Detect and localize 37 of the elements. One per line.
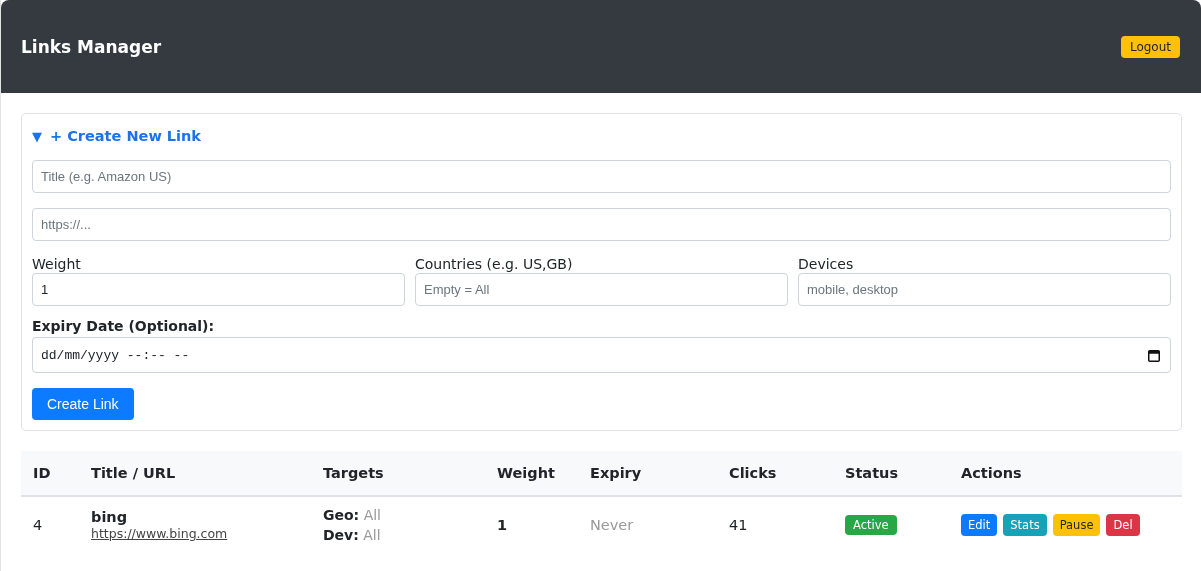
calendar-icon[interactable] [1148,348,1160,362]
column-header: Weight [485,451,578,496]
column-header: ID [21,451,79,496]
create-link-button[interactable]: Create Link [32,388,134,420]
create-link-toggle[interactable]: + Create New Link [50,128,201,144]
field-label: Weight [32,256,82,272]
logout-button[interactable]: Logout [1120,35,1180,58]
action-button[interactable]: Edit [961,514,998,536]
column-header: Clicks [717,451,833,496]
url-input[interactable]: https://... [32,208,1171,241]
field-label: Countries (e.g. US,GB) [415,256,574,272]
input-field[interactable]: 1 [32,273,405,306]
action-button[interactable]: Del [1106,514,1140,536]
column-header: Title / URL [79,451,311,496]
column-header: Status [833,451,949,496]
column-header: Targets [311,451,485,496]
id-cell: 4 [21,496,79,553]
expiry-cell: Never [590,517,634,533]
field-label: Devices [798,256,855,272]
field-label: Expiry Date (Optional): [32,318,216,334]
title-input[interactable]: Title (e.g. Amazon US) [32,160,1171,193]
input-field[interactable]: mobile, desktop [798,273,1171,306]
input-field[interactable]: Empty = All [415,273,788,306]
disclosure-toggle[interactable]: ▼ [32,128,42,144]
clicks-cell: 41 [717,496,833,553]
app-title: Links Manager [21,36,162,57]
link-title: bing [91,509,129,525]
date-field[interactable]: dd/mm/yyyy --:-- -- [32,337,1171,373]
action-button[interactable]: Stats [1003,514,1047,536]
geo-target: Geo: All [323,506,382,525]
device-target: Dev: All [323,526,382,545]
column-header: Actions [949,451,1182,496]
weight-cell-text: 1 [497,517,509,533]
link-url[interactable]: https://www.bing.com [91,526,228,541]
column-header: Expiry [578,451,717,496]
action-button[interactable]: Pause [1052,514,1101,536]
status-badge: Active [845,515,897,535]
